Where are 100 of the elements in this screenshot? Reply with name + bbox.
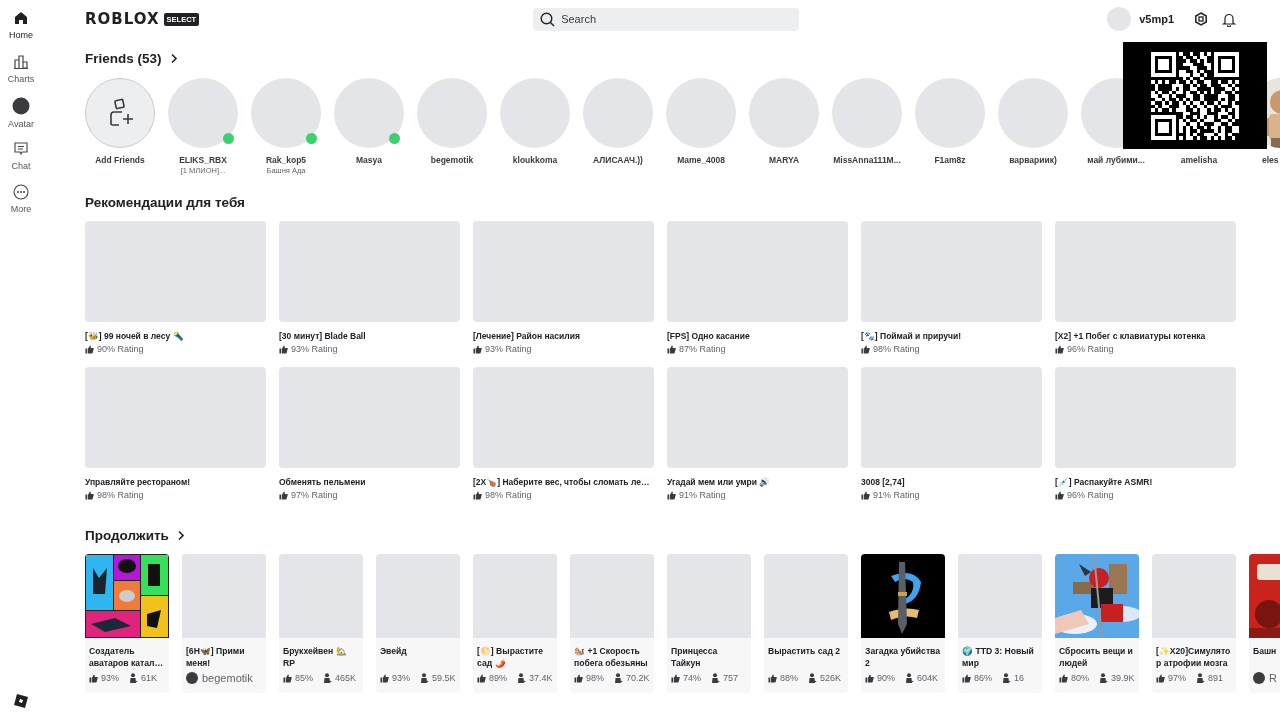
friend-name[interactable]: АЛИСААЧ.)) <box>593 155 643 165</box>
game-title[interactable]: [2X🍗] Наберите вес, чтобы сломать ле… <box>473 477 654 487</box>
logo-icon[interactable] <box>14 694 28 708</box>
players-icon <box>420 673 429 683</box>
game-card[interactable]: Эвейд 93% 59.5K <box>376 554 460 693</box>
game-thumbnail-placeholder[interactable] <box>667 221 848 322</box>
game-rating: 97% <box>1168 673 1186 683</box>
game-thumbnail-placeholder[interactable] <box>667 367 848 468</box>
thumbs-up-icon <box>574 673 583 683</box>
game-title[interactable]: [FPS] Одно касание <box>667 331 848 341</box>
section-title[interactable]: Friends (53) <box>85 50 162 66</box>
thumbs-up-icon <box>667 344 676 354</box>
game-thumbnail-placeholder[interactable] <box>861 367 1042 468</box>
sidebar-item[interactable]: Charts <box>7 73 35 84</box>
game-title: Башн <box>1252 645 1278 658</box>
thumbs-up-icon <box>1059 673 1068 683</box>
game-title[interactable]: Управляйте рестораном! <box>85 477 266 487</box>
player-count: 891 <box>1208 673 1224 683</box>
game-card[interactable]: Принцесса Тайкун 74% 757 <box>667 554 751 693</box>
game-card[interactable]: Башн R <box>1249 554 1280 693</box>
friend-name[interactable]: Mame_4008 <box>677 155 725 165</box>
thumbs-up-icon <box>279 490 288 500</box>
user-avatar[interactable] <box>1107 7 1132 31</box>
avatar-icon[interactable] <box>12 97 30 115</box>
game-rating: 93% <box>101 673 119 683</box>
game-title[interactable]: Угадай мем или умри 🔊 <box>667 477 848 487</box>
game-thumbnail-placeholder[interactable] <box>85 221 266 322</box>
chevron-icon[interactable] <box>169 52 178 64</box>
game-card[interactable]: [🌕] Вырастите сад 🌶 89% 37.4K <box>473 554 557 693</box>
game-thumbnail-placeholder[interactable] <box>85 367 266 468</box>
friend-name[interactable]: MARYA <box>768 155 800 165</box>
player-count: 61K <box>141 673 158 683</box>
players-icon <box>905 673 914 683</box>
friend-name[interactable]: eles <box>1262 155 1279 165</box>
thumbs-up-icon <box>279 344 288 354</box>
logo[interactable]: ROBLOX <box>85 10 160 28</box>
username[interactable]: v5mp1 <box>1139 13 1174 25</box>
game-title: Загадка убийства 2 <box>864 645 942 669</box>
game-card[interactable]: Брукхейвен 🏡 RP 85% 465K <box>279 554 363 693</box>
game-card[interactable]: Сбросить вещи и людей 80% 39.9K <box>1055 554 1139 693</box>
game-card[interactable]: Загадка убийства 2 90% 604K <box>861 554 945 693</box>
game-title[interactable]: [🐾] Поймай и приручи! <box>861 331 1042 341</box>
game-thumbnail-placeholder[interactable] <box>473 367 654 468</box>
chevron-icon[interactable] <box>176 529 185 541</box>
players-icon <box>1099 673 1108 683</box>
game-thumbnail-placeholder[interactable] <box>1055 367 1236 468</box>
sidebar-item[interactable]: More <box>10 204 32 214</box>
friend-name[interactable]: Masya <box>356 155 382 165</box>
search-icon <box>540 11 556 27</box>
friend-name[interactable]: Add Friends <box>95 155 145 165</box>
chart-icon[interactable] <box>13 53 29 70</box>
thumbs-up-icon <box>85 344 94 354</box>
section-title[interactable]: Продолжить <box>85 527 169 543</box>
game-rating: 98% Rating <box>873 344 920 354</box>
more-icon[interactable] <box>13 184 29 200</box>
game-title[interactable]: [X2] +1 Побег с клавиатуры котенка <box>1055 331 1236 341</box>
friend-name[interactable]: май лубими... <box>1087 155 1145 165</box>
friend-name[interactable]: begemotik <box>430 155 474 165</box>
game-rating: 90% Rating <box>97 344 144 354</box>
game-title[interactable]: [🐝] 99 ночей в лесу 🔦 <box>85 331 266 341</box>
game-thumbnail-placeholder[interactable] <box>1055 221 1236 322</box>
game-title[interactable]: Обменять пельмени <box>279 477 460 487</box>
thumbs-up-icon <box>89 673 98 683</box>
game-rating: 98% <box>586 673 604 683</box>
sidebar-item[interactable]: Chat <box>11 160 31 171</box>
game-card[interactable]: Создатель аватаров катал… 93% 61K <box>85 554 169 693</box>
game-title[interactable]: [Лечение] Район насилия <box>473 331 654 341</box>
game-rating: 91% Rating <box>679 490 726 500</box>
game-card[interactable]: 🌍 TTD 3: Новый мир 86% 16 <box>958 554 1042 693</box>
chat-icon[interactable] <box>13 140 29 157</box>
home-icon[interactable] <box>13 10 29 26</box>
game-rating: 96% Rating <box>1067 490 1114 500</box>
player-count: 37.4K <box>529 673 553 683</box>
game-title[interactable]: [30 минут] Blade Ball <box>279 331 460 341</box>
game-card[interactable]: [6H🦋] Прими меня! begemotik <box>182 554 266 693</box>
player-count: 757 <box>723 673 739 683</box>
player-count: 59.5K <box>432 673 456 683</box>
game-thumbnail-placeholder[interactable] <box>279 221 460 322</box>
game-card[interactable]: 🐿 +1 Скорость побега обезьяны 98% 70.2K <box>570 554 654 693</box>
search-field[interactable]: Search <box>533 7 800 31</box>
friend-name[interactable]: ELIKS_RBX <box>179 155 227 165</box>
bell-icon[interactable] <box>1222 11 1236 27</box>
friend-name[interactable]: F1am8z <box>934 155 966 165</box>
game-rating: 93% Rating <box>485 344 532 354</box>
game-card[interactable]: [✨X20]Симулятор атрофии мозга 97% 891 <box>1152 554 1236 693</box>
game-card[interactable]: Вырастить сад 2 88% 526K <box>764 554 848 693</box>
player-count: 604K <box>917 673 939 683</box>
friend-name[interactable]: kloukkoma <box>512 155 558 165</box>
friend-name[interactable]: MissAnna111M... <box>833 155 901 165</box>
game-thumbnail-placeholder[interactable] <box>279 367 460 468</box>
friend-name[interactable]: варвариик) <box>1009 155 1057 165</box>
currency-icon[interactable] <box>1194 11 1208 26</box>
sidebar-item[interactable]: Home <box>9 30 33 40</box>
game-title[interactable]: 3008 [2,74] <box>861 477 1042 487</box>
game-thumbnail-placeholder[interactable] <box>861 221 1042 322</box>
friend-name[interactable]: Rak_kop5 <box>265 155 307 165</box>
game-title[interactable]: [💉] Распакуйте ASMR! <box>1055 477 1236 487</box>
friend-name[interactable]: amelisha <box>1180 155 1218 165</box>
game-thumbnail-placeholder[interactable] <box>473 221 654 322</box>
sidebar-item[interactable]: Avatar <box>8 119 34 129</box>
